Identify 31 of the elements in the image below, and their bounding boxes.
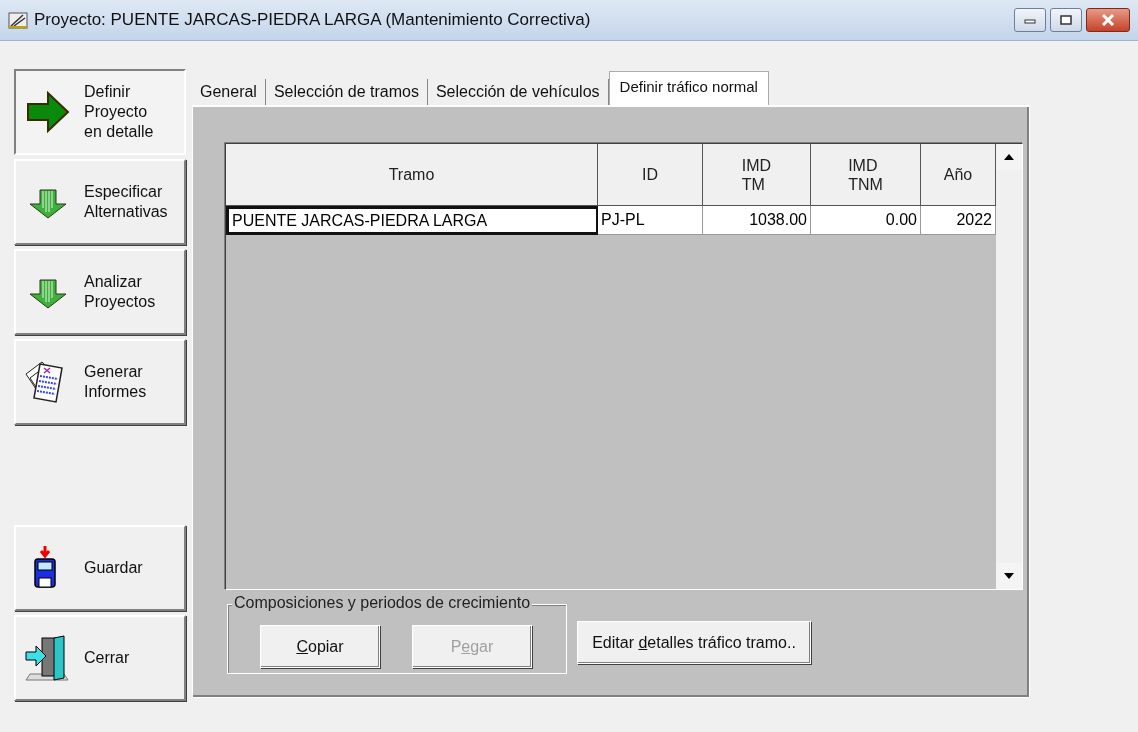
table-cell[interactable]: PUENTE JARCAS-PIEDRA LARGA [226,206,598,235]
edit-details-button[interactable]: Editar detalles tráfico tramo.. [577,621,811,664]
save-button[interactable]: Guardar [14,525,186,611]
sidebar-button[interactable]: Analizar Proyectos [14,249,186,335]
table-cell[interactable]: 0.00 [811,206,921,235]
column-header[interactable]: IMD TM [703,144,811,206]
column-header[interactable]: ID [598,144,703,206]
table-cell[interactable]: 2022 [921,206,996,235]
group-title: Composiciones y periodos de crecimiento [232,594,533,612]
window-title: Proyecto: PUENTE JARCAS-PIEDRA LARGA (Mantenimiento Correctiva) [34,10,592,30]
maximize-icon [1060,15,1072,25]
table-cell[interactable]: PJ-PL [598,206,703,235]
scroll-down-icon[interactable] [1004,573,1014,579]
column-header[interactable]: IMD TNM [811,144,921,206]
minimize-button[interactable] [1014,8,1046,32]
scroll-up-icon[interactable] [1004,154,1014,160]
sidebar-button[interactable]: Especificar Alternativas [14,159,186,245]
close-button[interactable]: Cerrar [14,615,186,701]
app-icon [8,10,28,30]
sidebar-button[interactable]: Generar Informes [14,339,186,425]
scrollbar[interactable] [996,144,1022,589]
minimize-icon [1024,16,1036,24]
close-icon [1101,14,1115,26]
close-button[interactable] [1086,8,1130,32]
copy-button[interactable]: Copiar [260,625,380,668]
column-header[interactable]: Año [921,144,996,206]
table-cell[interactable]: 1038.00 [703,206,811,235]
column-header[interactable]: Tramo [226,144,598,206]
maximize-button[interactable] [1050,8,1082,32]
sidebar-button[interactable]: Definir Proyecto en detalle [14,69,186,155]
tab[interactable]: Definir tráfico normal [608,71,769,105]
